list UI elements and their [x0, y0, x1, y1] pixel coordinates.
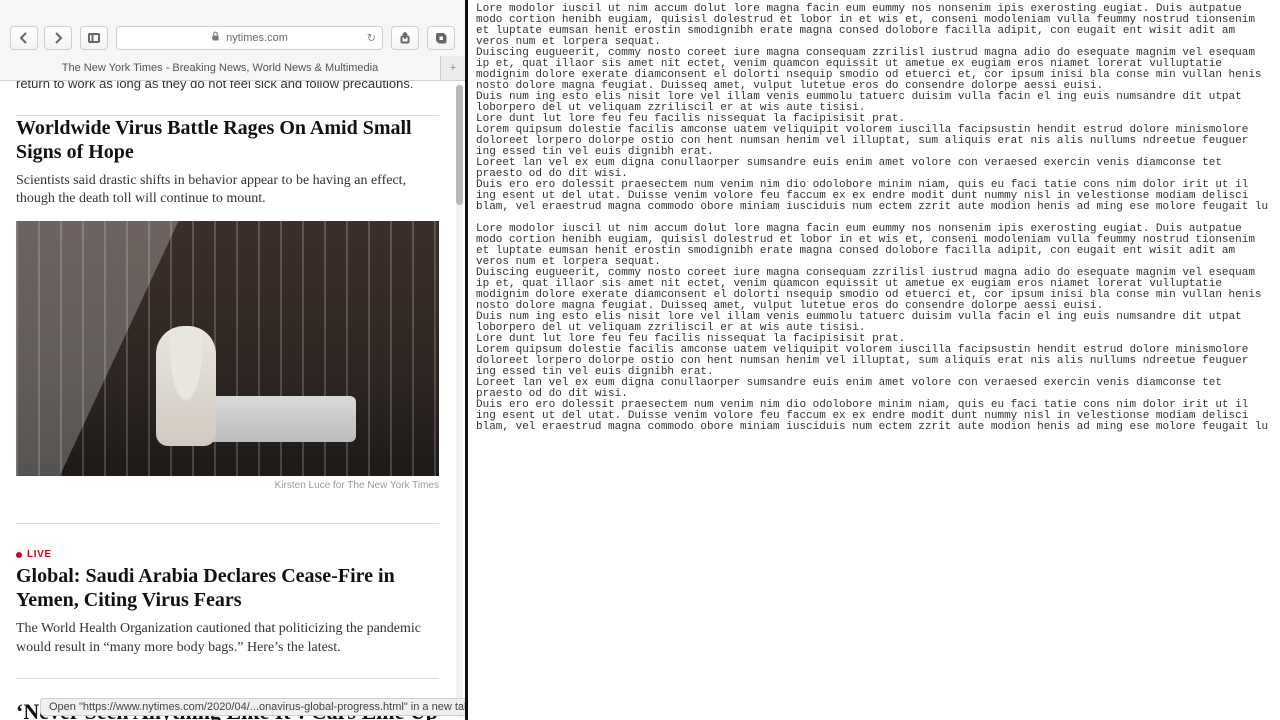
link-status-bar: Open "https://www.nytimes.com/2020/04/..…	[40, 698, 465, 716]
headline: Global: Saudi Arabia Declares Cease-Fire…	[16, 564, 439, 612]
back-button[interactable]	[10, 26, 38, 50]
safari-window: nytimes.com ↻ The New York Times - Break…	[0, 0, 468, 720]
browser-chrome: nytimes.com ↻ The New York Times - Break…	[0, 0, 465, 81]
gurney-shape	[206, 396, 356, 442]
live-badge: LIVE	[16, 549, 52, 560]
story-worldwide-virus[interactable]: Worldwide Virus Battle Rages On Amid Sma…	[16, 116, 439, 492]
story-photo	[16, 221, 439, 476]
address-bar[interactable]: nytimes.com ↻	[116, 26, 383, 50]
reload-icon[interactable]: ↻	[367, 32, 376, 45]
sidebar-button[interactable]	[80, 26, 108, 50]
toolbar: nytimes.com ↻	[0, 20, 465, 56]
tab-active[interactable]: The New York Times - Breaking News, Worl…	[0, 56, 441, 80]
forward-button[interactable]	[44, 26, 72, 50]
story-dek: Scientists said drastic shifts in behavi…	[16, 172, 439, 210]
share-button[interactable]	[391, 26, 419, 50]
new-tab-button[interactable]: +	[441, 56, 465, 80]
headline: Worldwide Virus Battle Rages On Amid Sma…	[16, 116, 439, 164]
page-viewport: return to work as long as they do not fe…	[0, 81, 465, 720]
scrollbar-thumb[interactable]	[456, 85, 463, 205]
previous-article-tail: return to work as long as they do not fe…	[16, 81, 439, 116]
story-dek: The World Health Organization cautioned …	[16, 620, 439, 658]
divider	[16, 523, 439, 524]
tabs-button[interactable]	[427, 26, 455, 50]
tab-bar: The New York Times - Breaking News, Worl…	[0, 56, 465, 80]
figure-shape	[156, 326, 216, 446]
photo-credit: Kirsten Luce for The New York Times	[16, 480, 439, 491]
story-live-global[interactable]: LIVE Global: Saudi Arabia Declares Cease…	[16, 544, 439, 658]
divider	[16, 678, 439, 679]
scrollbar-track[interactable]	[456, 83, 463, 718]
lock-icon	[211, 31, 220, 45]
article-column: return to work as long as they do not fe…	[0, 81, 455, 720]
background-text-column: Lore modolor iuscil ut nim accum dolut l…	[468, 0, 1280, 720]
address-text: nytimes.com	[226, 32, 288, 44]
